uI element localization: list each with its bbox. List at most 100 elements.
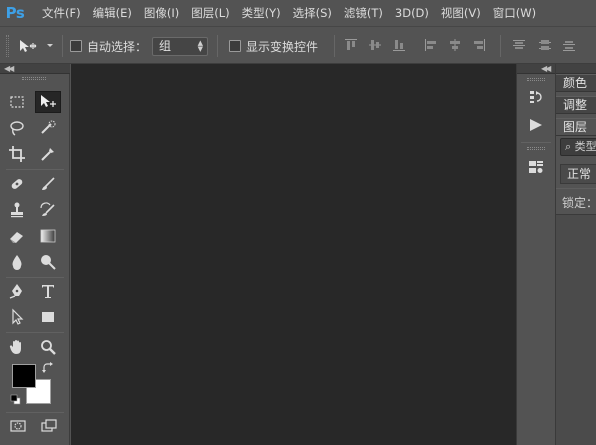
menu-filter[interactable]: 滤镜(T) xyxy=(338,0,389,26)
panel-divider xyxy=(556,188,596,189)
align-top-icon[interactable] xyxy=(344,38,358,52)
clone-stamp-icon xyxy=(11,202,23,218)
auto-select-checkbox[interactable] xyxy=(70,40,82,52)
align-horizontal-center-icon[interactable] xyxy=(448,38,462,52)
menu-bar: Ps 文件(F) 编辑(E) 图像(I) 图层(L) 类型(Y) 选择(S) 滤… xyxy=(0,0,596,26)
blend-mode-dropdown[interactable]: 正常 xyxy=(560,164,596,184)
tool-eyedropper[interactable] xyxy=(35,143,61,165)
lock-label: 锁定： xyxy=(562,196,596,210)
toolbox-divider xyxy=(6,169,64,170)
divider xyxy=(334,35,335,57)
auto-select-label: 自动选择： xyxy=(87,40,148,54)
document-canvas-area[interactable] xyxy=(71,64,516,445)
menu-layer[interactable]: 图层(L) xyxy=(185,0,235,26)
tool-history-brush[interactable] xyxy=(35,199,61,221)
properties-panel-button[interactable] xyxy=(525,156,547,178)
tool-clone-stamp[interactable] xyxy=(4,199,30,221)
align-left-icon[interactable] xyxy=(424,38,438,52)
divider xyxy=(500,35,501,57)
menu-view[interactable]: 视图(V) xyxy=(435,0,487,26)
show-transform-checkbox[interactable] xyxy=(229,40,241,52)
swap-colors-icon[interactable] xyxy=(42,362,54,374)
move-tool-icon xyxy=(20,40,37,52)
dock-divider xyxy=(521,142,551,143)
tool-pen[interactable] xyxy=(4,280,30,302)
align-vertical-center-icon[interactable] xyxy=(368,38,382,52)
blur-icon xyxy=(12,255,22,270)
collapse-arrows-icon[interactable]: ◀◀ xyxy=(541,64,551,73)
app-logo: Ps xyxy=(5,4,25,22)
toolbox-grip[interactable] xyxy=(22,77,46,80)
default-colors-icon[interactable] xyxy=(10,394,21,405)
menu-type[interactable]: 类型(Y) xyxy=(236,0,287,26)
panel-icon-dock: ◀◀ xyxy=(516,64,556,445)
gradient-icon xyxy=(40,229,56,243)
rectangle-icon xyxy=(42,312,54,322)
distribute-vertical-center-icon[interactable] xyxy=(538,38,552,52)
options-bar: 自动选择： 组 ▲ ▼ 显示变换控件 xyxy=(0,26,596,64)
tool-path-selection[interactable] xyxy=(4,306,30,328)
menu-edit[interactable]: 编辑(E) xyxy=(87,0,138,26)
menu-3d[interactable]: 3D(D) xyxy=(389,0,435,26)
show-transform-label: 显示变换控件 xyxy=(246,40,319,54)
quick-selection-icon xyxy=(41,120,56,134)
search-icon: ⌕ xyxy=(565,140,572,153)
healing-brush-icon xyxy=(11,179,23,189)
align-right-icon[interactable] xyxy=(472,38,486,52)
tool-crop[interactable] xyxy=(4,143,30,165)
auto-select-target-dropdown[interactable]: 组 ▲ ▼ xyxy=(152,37,208,56)
menu-window[interactable]: 窗口(W) xyxy=(487,0,542,26)
tab-color[interactable]: 颜色 xyxy=(556,74,596,92)
tool-type[interactable] xyxy=(35,280,61,302)
tool-zoom[interactable] xyxy=(35,336,61,358)
eyedropper-icon xyxy=(41,148,54,161)
history-icon xyxy=(530,91,542,103)
layers-list[interactable] xyxy=(556,214,596,445)
tool-move[interactable] xyxy=(35,91,61,113)
distribute-bottom-icon[interactable] xyxy=(562,38,576,52)
tab-layers[interactable]: 图层 xyxy=(556,118,596,136)
tool-healing-brush[interactable] xyxy=(4,173,30,195)
menu-select[interactable]: 选择(S) xyxy=(287,0,338,26)
options-bar-grip[interactable] xyxy=(6,35,9,57)
divider xyxy=(62,35,63,57)
tool-brush[interactable] xyxy=(35,173,61,195)
screen-mode-button[interactable] xyxy=(36,415,62,437)
tab-adjustments[interactable]: 调整 xyxy=(556,96,596,114)
align-bottom-icon[interactable] xyxy=(392,38,406,52)
actions-panel-button[interactable] xyxy=(525,114,547,136)
collapse-arrows-icon[interactable]: ◀◀ xyxy=(4,64,14,73)
tool-lasso[interactable] xyxy=(4,117,30,139)
divider xyxy=(217,35,218,57)
toolbox-divider xyxy=(6,332,64,333)
menu-file[interactable]: 文件(F) xyxy=(30,0,87,26)
dock-grip[interactable] xyxy=(527,78,545,81)
layer-filter-search[interactable]: ⌕ 类型 xyxy=(560,138,596,156)
chevron-down-icon xyxy=(47,44,53,47)
rectangular-marquee-icon xyxy=(10,96,24,108)
brush-icon xyxy=(42,177,55,190)
screen-mode-icon xyxy=(41,419,57,432)
dodge-icon xyxy=(41,255,56,270)
zoom-icon xyxy=(41,340,56,355)
panels-header xyxy=(556,64,596,74)
tool-rectangle[interactable] xyxy=(35,306,61,328)
tool-gradient[interactable] xyxy=(35,225,61,247)
dock-grip[interactable] xyxy=(527,147,545,150)
tool-preset-picker[interactable] xyxy=(18,36,58,56)
distribute-top-icon[interactable] xyxy=(512,38,526,52)
menu-image[interactable]: 图像(I) xyxy=(138,0,185,26)
tool-blur[interactable] xyxy=(4,251,30,273)
play-icon xyxy=(530,119,542,131)
foreground-color-swatch[interactable] xyxy=(12,364,36,388)
quick-mask-button[interactable] xyxy=(5,415,31,437)
history-panel-button[interactable] xyxy=(525,86,547,108)
tool-quick-selection[interactable] xyxy=(35,117,61,139)
tool-hand[interactable] xyxy=(4,336,30,358)
tool-eraser[interactable] xyxy=(4,225,30,247)
tool-marquee[interactable] xyxy=(4,91,30,113)
toolbox-divider xyxy=(6,277,64,278)
tool-dodge[interactable] xyxy=(35,251,61,273)
lasso-icon xyxy=(10,121,24,136)
crop-icon xyxy=(9,146,25,162)
